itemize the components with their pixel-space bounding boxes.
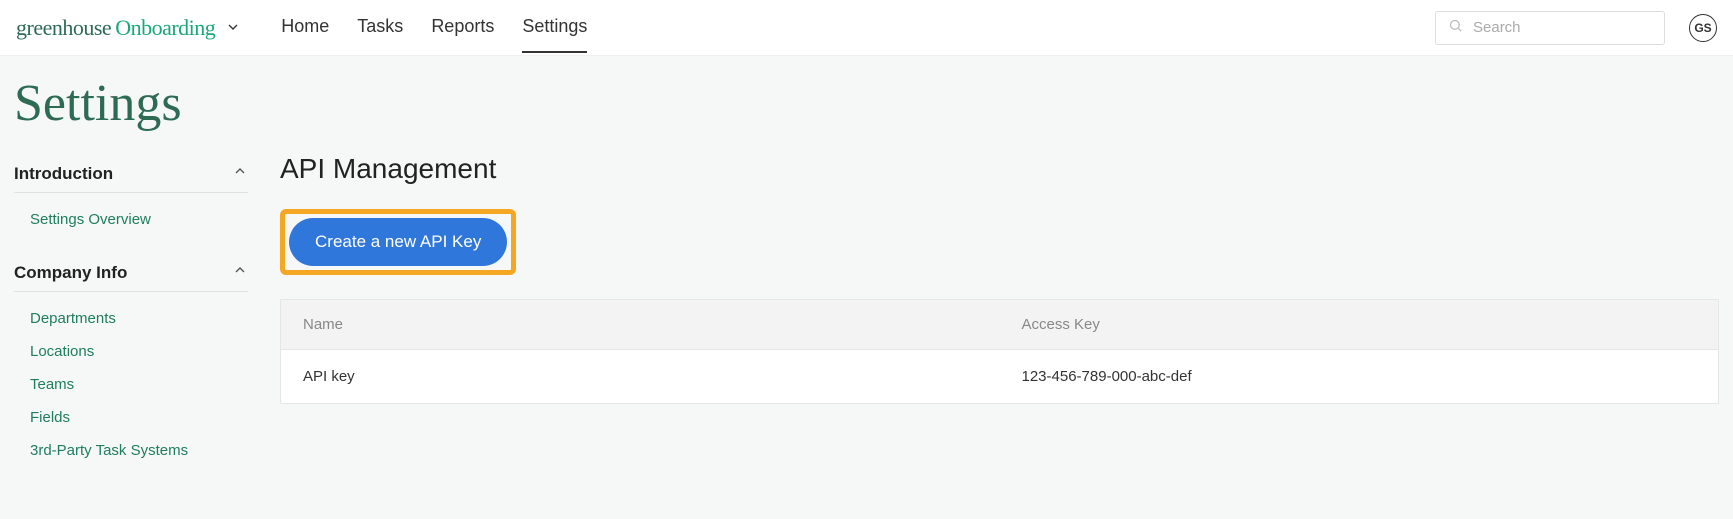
app-logo[interactable]: greenhouse Onboarding	[16, 15, 241, 41]
page-title: Settings	[0, 56, 1733, 141]
primary-nav: Home Tasks Reports Settings	[281, 2, 587, 53]
sidebar-item-fields[interactable]: Fields	[30, 401, 248, 434]
nav-reports[interactable]: Reports	[431, 2, 494, 53]
topbar-right: GS	[1435, 11, 1717, 45]
sidebar-item-teams[interactable]: Teams	[30, 368, 248, 401]
sidebar-item-locations[interactable]: Locations	[30, 335, 248, 368]
sidebar-list-company-info: Departments Locations Teams Fields 3rd-P…	[14, 292, 248, 485]
cell-access-key: 123-456-789-000-abc-def	[1000, 350, 1719, 403]
content: Introduction Settings Overview Company I…	[0, 141, 1733, 499]
page: Settings Introduction Settings Overview …	[0, 56, 1733, 499]
create-api-key-button[interactable]: Create a new API Key	[289, 218, 507, 266]
column-header-name: Name	[281, 300, 1000, 349]
search-icon	[1448, 18, 1463, 38]
sidebar-section-introduction[interactable]: Introduction	[14, 155, 248, 193]
nav-home[interactable]: Home	[281, 2, 329, 53]
logo-part2: Onboarding	[115, 15, 215, 41]
sidebar-section-company-info[interactable]: Company Info	[14, 254, 248, 292]
cell-name: API key	[281, 350, 1000, 403]
sidebar-section-title: Company Info	[14, 263, 127, 283]
chevron-up-icon	[232, 262, 248, 283]
nav-tasks[interactable]: Tasks	[357, 2, 403, 53]
main-heading: API Management	[280, 153, 1719, 185]
chevron-up-icon	[232, 163, 248, 184]
sidebar-list-introduction: Settings Overview	[14, 193, 248, 254]
top-bar: greenhouse Onboarding Home Tasks Reports…	[0, 0, 1733, 56]
create-api-key-highlight: Create a new API Key	[280, 209, 516, 275]
sidebar-item-3rd-party-task-systems[interactable]: 3rd-Party Task Systems	[30, 434, 248, 467]
search-box[interactable]	[1435, 11, 1665, 45]
sidebar-item-departments[interactable]: Departments	[30, 302, 248, 335]
logo-part1: greenhouse	[16, 15, 111, 41]
search-input[interactable]	[1473, 19, 1652, 36]
table-header: Name Access Key	[281, 300, 1718, 350]
chevron-down-icon[interactable]	[225, 15, 241, 41]
sidebar-item-settings-overview[interactable]: Settings Overview	[30, 203, 248, 236]
settings-sidebar: Introduction Settings Overview Company I…	[14, 155, 248, 485]
table-row: API key 123-456-789-000-abc-def	[281, 350, 1718, 403]
nav-settings[interactable]: Settings	[522, 2, 587, 53]
api-keys-table: Name Access Key API key 123-456-789-000-…	[280, 299, 1719, 404]
column-header-access-key: Access Key	[1000, 300, 1719, 349]
sidebar-section-title: Introduction	[14, 164, 113, 184]
main-panel: API Management Create a new API Key Name…	[280, 155, 1719, 485]
avatar[interactable]: GS	[1689, 14, 1717, 42]
